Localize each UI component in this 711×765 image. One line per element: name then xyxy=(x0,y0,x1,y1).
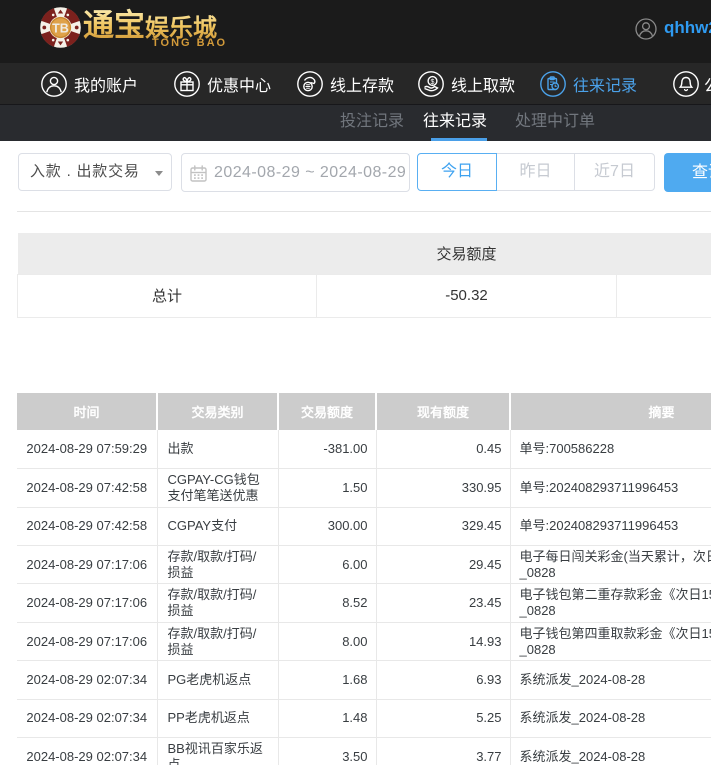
svg-text:TB: TB xyxy=(52,21,69,35)
svg-text:$: $ xyxy=(431,78,435,85)
